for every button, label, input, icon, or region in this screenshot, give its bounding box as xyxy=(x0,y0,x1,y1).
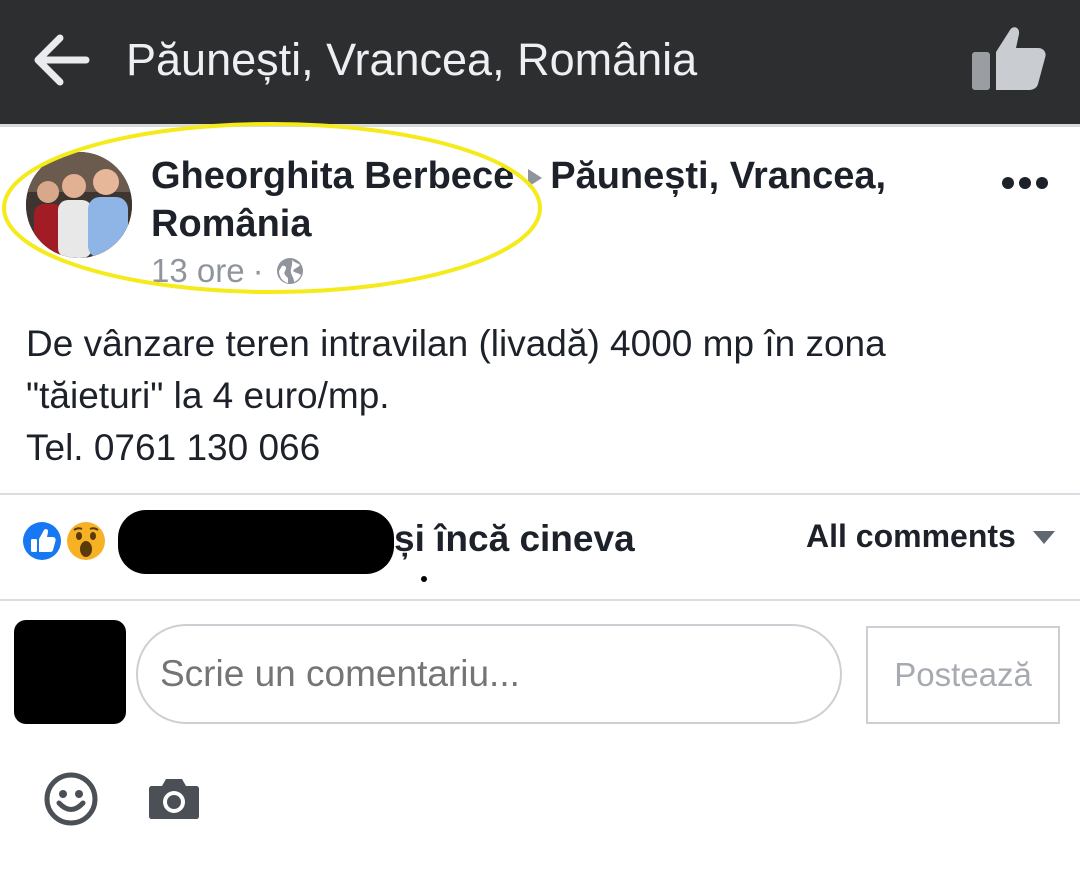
commenter-avatar xyxy=(14,620,126,724)
caret-right-icon xyxy=(528,168,543,187)
page: Păunești, Vrancea, România Gheorghita Be… xyxy=(0,0,1080,869)
arrow-left-icon xyxy=(34,34,90,86)
reaction-summary[interactable]: și încă cineva xyxy=(394,518,635,560)
comments-filter-dropdown[interactable]: All comments xyxy=(806,518,1056,555)
post-time[interactable]: 13 ore xyxy=(151,252,245,290)
camera-icon[interactable] xyxy=(148,776,200,820)
redacted-names xyxy=(118,510,394,574)
divider xyxy=(0,493,1080,495)
divider xyxy=(0,599,1080,601)
like-reaction-icon[interactable] xyxy=(20,519,64,563)
post-meta: 13 ore · xyxy=(151,252,304,290)
post-comment-button[interactable]: Postează xyxy=(866,626,1060,724)
more-options-button[interactable] xyxy=(1000,170,1050,196)
more-dots-icon xyxy=(1002,177,1048,189)
location-line-1: Păunești, Vrancea, xyxy=(550,155,887,197)
comments-filter-label: All comments xyxy=(806,518,1016,554)
author-avatar[interactable] xyxy=(26,152,132,258)
like-page-button[interactable] xyxy=(966,22,1050,94)
globe-icon xyxy=(276,258,303,284)
wow-reaction-icon[interactable] xyxy=(64,519,108,563)
author-photo xyxy=(26,152,132,258)
back-button[interactable] xyxy=(30,28,94,92)
topbar-divider xyxy=(0,124,1080,127)
post-text-line[interactable]: Tel. 0761 130 066 xyxy=(26,422,1056,474)
comment-input[interactable] xyxy=(136,624,842,724)
page-title: Păunești, Vrancea, România xyxy=(126,34,698,85)
post-text-line: "tăieturi" la 4 euro/mp. xyxy=(26,375,390,416)
meta-separator: · xyxy=(252,252,264,289)
post-text: De vânzare teren intravilan (livadă) 400… xyxy=(26,318,1056,474)
post-header-line: Gheorghita Berbece Păunești, Vrancea, Româ… xyxy=(151,152,951,248)
top-bar: Păunești, Vrancea, România xyxy=(0,0,1080,124)
thumbs-up-icon xyxy=(972,27,1046,90)
author-name[interactable]: Gheorghita Berbece xyxy=(151,155,514,197)
location-line-2: România xyxy=(151,203,312,245)
redaction-mark xyxy=(421,576,427,582)
emoji-icon[interactable] xyxy=(44,772,98,826)
post-text-line: De vânzare teren intravilan (livadă) 400… xyxy=(26,323,886,364)
chevron-down-icon xyxy=(1032,530,1055,544)
